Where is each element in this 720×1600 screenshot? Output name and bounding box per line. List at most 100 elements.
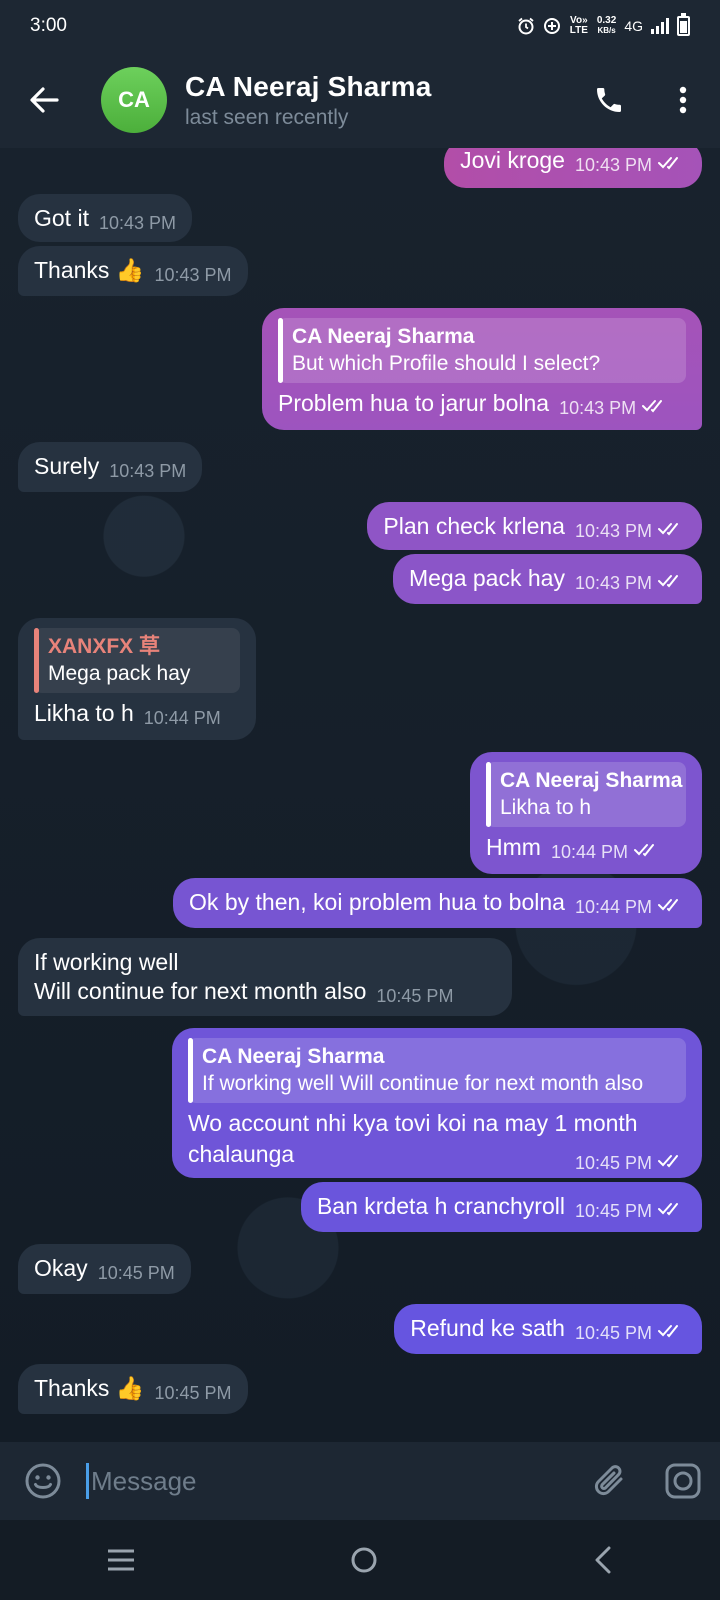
- message-text: Thanks 👍: [34, 1375, 145, 1401]
- text-caret: [86, 1463, 89, 1499]
- message-text: Thanks 👍: [34, 257, 145, 283]
- message-time: 10:43 PM: [574, 573, 652, 593]
- recent-apps-icon[interactable]: [107, 1548, 135, 1572]
- camera-icon: [665, 1463, 701, 1499]
- message-time: 10:45 PM: [376, 986, 454, 1006]
- clock: 3:00: [30, 15, 67, 36]
- message-text: Jovi kroge: [460, 148, 565, 173]
- volte-label: Vo» LTE: [569, 15, 588, 36]
- contact-info[interactable]: CA Neeraj Sharma last seen recently: [185, 71, 572, 130]
- message-outgoing[interactable]: Refund ke sath 10:45 PM: [394, 1304, 702, 1354]
- message-composer: Message: [0, 1442, 720, 1520]
- battery-icon: [677, 13, 690, 36]
- message-time: 10:43 PM: [154, 265, 232, 285]
- phone-icon: [597, 88, 621, 112]
- message-incoming[interactable]: Got it 10:43 PM: [18, 194, 193, 242]
- double-check-icon: [642, 399, 663, 413]
- message-list[interactable]: Jovi kroge 10:43 PM Got it 10:43 PM Thanks…: [0, 148, 720, 1442]
- message-placeholder: Message: [91, 1465, 197, 1496]
- message-incoming-reply[interactable]: XANXFX 草 Mega pack hay Likha to h 10:44 P…: [18, 618, 256, 740]
- message-text: Got it: [34, 205, 89, 231]
- message-outgoing[interactable]: Ban krdeta h cranchyroll 10:45 PM: [300, 1182, 702, 1232]
- speed-unit: KB/s: [597, 26, 616, 35]
- message-text: Likha to h: [34, 700, 134, 726]
- message-text: Hmm: [486, 834, 541, 860]
- contact-name: CA Neeraj Sharma: [185, 70, 432, 102]
- message-incoming[interactable]: Okay 10:45 PM: [18, 1244, 191, 1294]
- alarm-icon: [518, 17, 534, 35]
- message-time: 10:44 PM: [550, 842, 628, 862]
- quote-text: Mega pack hay: [48, 662, 191, 685]
- double-check-icon: [658, 898, 678, 912]
- message-incoming[interactable]: If working well Will continue for next m…: [18, 938, 512, 1016]
- message-text: Ban krdeta h cranchyroll: [316, 1193, 565, 1219]
- avatar[interactable]: CA: [101, 67, 167, 133]
- double-check-icon: [658, 522, 678, 536]
- message-incoming[interactable]: Thanks 👍 10:45 PM: [18, 1364, 248, 1414]
- emoji-icon: [25, 1463, 61, 1499]
- message-incoming[interactable]: Surely 10:43 PM: [18, 442, 203, 492]
- chat-header: CA CA Neeraj Sharma last seen recently: [0, 52, 720, 148]
- status-bar: 3:00 Vo» LTE 0.32 KB/s 4G: [0, 0, 720, 52]
- message-time: 10:45 PM: [574, 1153, 652, 1173]
- message-outgoing[interactable]: Jovi kroge 10:43 PM: [444, 148, 702, 188]
- back-icon[interactable]: [593, 1546, 613, 1574]
- quote-author: CA Neeraj Sharma: [500, 769, 683, 792]
- quote-text: Likha to h: [500, 796, 592, 819]
- message-text: Problem hua to jarur bolna: [278, 390, 550, 416]
- message-outgoing[interactable]: Ok by then, koi problem hua to bolna 10:4…: [173, 878, 702, 928]
- reply-quote[interactable]: XANXFX 草 Mega pack hay: [34, 628, 240, 693]
- quote-author: CA Neeraj Sharma: [292, 325, 475, 348]
- message-time: 10:45 PM: [154, 1383, 232, 1403]
- reply-quote[interactable]: CA Neeraj Sharma Likha to h: [486, 762, 686, 827]
- message-text-line1: Wo account nhi kya tovi koi na may 1 mon…: [188, 1110, 638, 1136]
- message-time: 10:43 PM: [98, 213, 177, 233]
- message-outgoing-reply[interactable]: CA Neeraj Sharma If working well Will co…: [172, 1028, 702, 1178]
- home-icon[interactable]: [350, 1546, 378, 1574]
- emoji-button[interactable]: [0, 1442, 86, 1520]
- system-nav-bar: [0, 1520, 720, 1600]
- double-check-icon: [658, 1324, 678, 1338]
- reply-quote[interactable]: CA Neeraj Sharma But which Profile shoul…: [278, 318, 686, 383]
- message-outgoing-reply[interactable]: CA Neeraj Sharma Likha to h Hmm 10:44 PM: [470, 752, 702, 874]
- message-time: 10:43 PM: [574, 521, 652, 541]
- reply-quote[interactable]: CA Neeraj Sharma If working well Will co…: [188, 1038, 686, 1103]
- back-button[interactable]: [0, 52, 88, 148]
- message-text: Refund ke sath: [410, 1315, 565, 1341]
- message-outgoing[interactable]: Mega pack hay 10:43 PM: [392, 554, 702, 604]
- message-time: 10:43 PM: [574, 155, 652, 175]
- quote-author: XANXFX 草: [48, 635, 161, 658]
- camera-button[interactable]: [646, 1442, 720, 1520]
- message-incoming[interactable]: Thanks 👍 10:43 PM: [18, 246, 248, 296]
- double-check-icon: [633, 843, 654, 857]
- attach-button[interactable]: [574, 1442, 646, 1520]
- message-time: 10:45 PM: [574, 1201, 652, 1221]
- message-text-line1: If working well: [34, 949, 179, 975]
- signal-icon: [651, 18, 669, 34]
- quote-text: If working well Will continue for next m…: [202, 1072, 644, 1095]
- message-time: 10:45 PM: [574, 1323, 652, 1343]
- message-input[interactable]: Message: [86, 1442, 574, 1520]
- call-button[interactable]: [572, 52, 646, 148]
- message-text: Ok by then, koi problem hua to bolna: [189, 889, 565, 915]
- message-text-line2: chalaunga: [188, 1141, 295, 1167]
- more-vert-icon: [679, 86, 687, 114]
- network-speed: 0.32 KB/s: [597, 16, 616, 36]
- message-time: 10:45 PM: [97, 1263, 175, 1283]
- message-time: 10:43 PM: [559, 398, 637, 418]
- speed-value: 0.32: [596, 15, 617, 26]
- quote-author: CA Neeraj Sharma: [202, 1045, 385, 1068]
- double-check-icon: [658, 156, 678, 170]
- message-outgoing[interactable]: Plan check krlena 10:43 PM: [367, 502, 702, 550]
- message-text: Surely: [34, 453, 100, 479]
- message-time: 10:44 PM: [574, 897, 652, 917]
- message-text: Okay: [34, 1255, 88, 1281]
- message-outgoing-reply[interactable]: CA Neeraj Sharma But which Profile shoul…: [262, 308, 702, 430]
- network-type: 4G: [624, 18, 643, 34]
- last-seen: last seen recently: [185, 105, 349, 129]
- back-arrow-icon: [30, 87, 59, 113]
- double-check-icon: [658, 1202, 678, 1216]
- more-options-button[interactable]: [646, 52, 720, 148]
- attach-icon: [594, 1465, 623, 1496]
- message-time: 10:44 PM: [143, 708, 221, 728]
